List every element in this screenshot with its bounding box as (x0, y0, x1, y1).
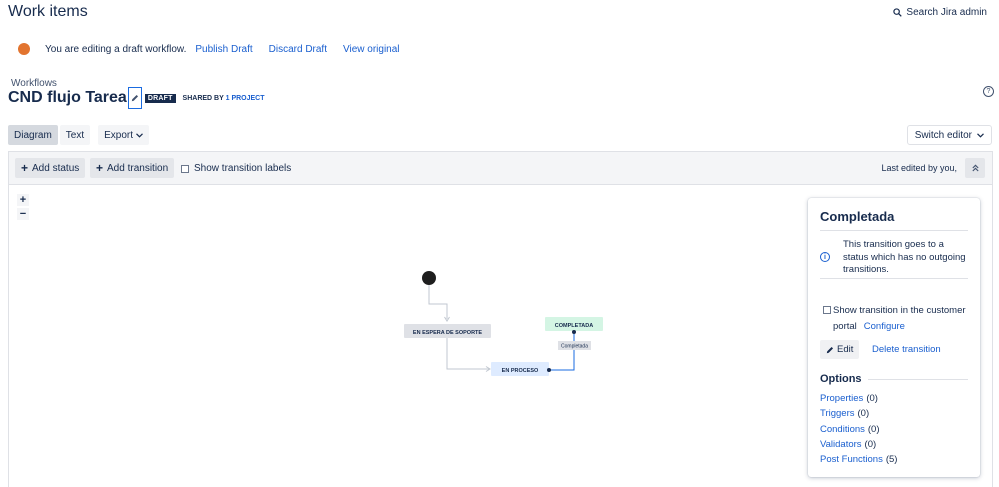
view-tabs: Diagram Text Export (8, 125, 150, 145)
status-label-completada: COMPLETADA (555, 323, 593, 329)
workflow-diagram[interactable]: EN ESPERA DE SOPORTE EN PROCESO COMPLETA… (9, 186, 804, 486)
double-chevron-up-icon (971, 164, 979, 172)
triggers-link[interactable]: Triggers (820, 408, 855, 419)
options-heading: Options (820, 373, 862, 385)
draft-banner: You are editing a draft workflow. Publis… (18, 42, 416, 56)
chevron-down-icon (977, 132, 984, 138)
view-original-link[interactable]: View original (343, 44, 400, 55)
add-transition-button[interactable]: + Add transition (90, 158, 175, 178)
shared-by-label: SHARED BY 1 PROJECT (183, 95, 265, 102)
panel-title: Completada (820, 209, 895, 224)
draft-badge: DRAFT (144, 93, 176, 103)
help-icon[interactable]: ? (983, 86, 994, 97)
conditions-link[interactable]: Conditions (820, 424, 865, 435)
edit-workflow-name-button[interactable] (127, 87, 142, 109)
initial-state-node[interactable] (422, 271, 436, 285)
triggers-count: (0) (857, 408, 870, 420)
pencil-icon (826, 346, 834, 353)
search-jira-admin-label: Search Jira admin (906, 7, 987, 18)
page-heading: Work items (8, 3, 88, 20)
create-transition-arrow[interactable] (428, 285, 448, 319)
transition-details-panel: Completada i This transition goes to a s… (808, 198, 980, 477)
validators-count: (0) (864, 439, 877, 451)
properties-link[interactable]: Properties (820, 393, 863, 404)
configure-link[interactable]: Configure (864, 321, 905, 332)
list-item: Properties (0) (820, 391, 897, 406)
workflow-title: CND flujo Tarea (8, 89, 127, 106)
search-jira-admin-button[interactable]: Search Jira admin (893, 7, 987, 18)
editor-toolbar: + Add status + Add transition Show trans… (9, 152, 992, 185)
export-dropdown[interactable]: Export (98, 125, 150, 145)
add-transition-label: Add transition (107, 162, 169, 174)
collapse-toolbar-button[interactable] (965, 158, 985, 178)
show-transition-labels-checkbox[interactable] (181, 164, 189, 173)
post-functions-link[interactable]: Post Functions (820, 454, 883, 465)
tab-diagram[interactable]: Diagram (8, 125, 58, 145)
plus-icon: + (96, 161, 104, 175)
last-edited-text: Last edited by you, (881, 163, 957, 173)
divider (820, 230, 968, 231)
export-label: Export (104, 129, 134, 141)
shared-projects-link[interactable]: 1 PROJECT (226, 95, 265, 102)
edit-transition-button[interactable]: Edit (820, 340, 860, 359)
add-status-button[interactable]: + Add status (15, 158, 86, 178)
customer-portal-option: Show transition in the customer portal Co… (833, 303, 973, 335)
chevron-down-icon (136, 132, 143, 138)
transition-info-text: This transition goes to a status which h… (843, 239, 966, 275)
customer-portal-checkbox[interactable] (823, 306, 831, 314)
properties-count: (0) (866, 393, 878, 405)
publish-draft-link[interactable]: Publish Draft (195, 44, 252, 55)
switch-editor-dropdown[interactable]: Switch editor (906, 125, 992, 145)
pencil-icon (131, 94, 138, 102)
delete-transition-link[interactable]: Delete transition (872, 344, 941, 355)
plus-icon: + (21, 161, 29, 175)
discard-draft-link[interactable]: Discard Draft (269, 44, 327, 55)
transition-label-completada: Completada (561, 344, 588, 350)
edit-label: Edit (837, 344, 854, 355)
status-label-en-espera-de-soporte: EN ESPERA DE SOPORTE (413, 330, 483, 336)
transition-target-handle[interactable] (572, 330, 576, 334)
draft-message: You are editing a draft workflow. (45, 43, 187, 55)
switch-editor-label: Switch editor (914, 129, 972, 141)
workflow-title-row: CND flujo Tarea DRAFT SHARED BY 1 PROJEC… (8, 87, 265, 109)
tab-text[interactable]: Text (59, 125, 91, 145)
info-icon: i (820, 252, 830, 262)
status-label-en-proceso: EN PROCESO (502, 368, 539, 374)
search-icon (893, 8, 903, 17)
validators-link[interactable]: Validators (820, 439, 862, 450)
list-item: Post Functions (5) (820, 452, 897, 467)
list-item: Triggers (0) (820, 406, 897, 421)
shared-by-prefix: SHARED BY (182, 94, 224, 102)
show-transition-labels-label: Show transition labels (194, 163, 292, 174)
post-functions-count: (5) (885, 454, 898, 466)
conditions-count: (0) (867, 423, 880, 435)
transition-arrow-to-en-proceso[interactable] (446, 338, 489, 370)
options-list: Properties (0) Triggers (0) Conditions (0) … (820, 391, 897, 467)
top-bar: Work items Search Jira admin (0, 0, 999, 30)
list-item: Validators (0) (820, 437, 897, 452)
divider (820, 278, 968, 279)
draft-status-dot-icon (18, 43, 30, 55)
show-transition-labels-toggle[interactable]: Show transition labels (181, 163, 291, 174)
divider (868, 379, 968, 380)
selected-transition-completada[interactable] (549, 334, 575, 371)
add-status-label: Add status (32, 162, 80, 174)
transition-source-handle[interactable] (547, 368, 551, 372)
list-item: Conditions (0) (820, 422, 897, 437)
